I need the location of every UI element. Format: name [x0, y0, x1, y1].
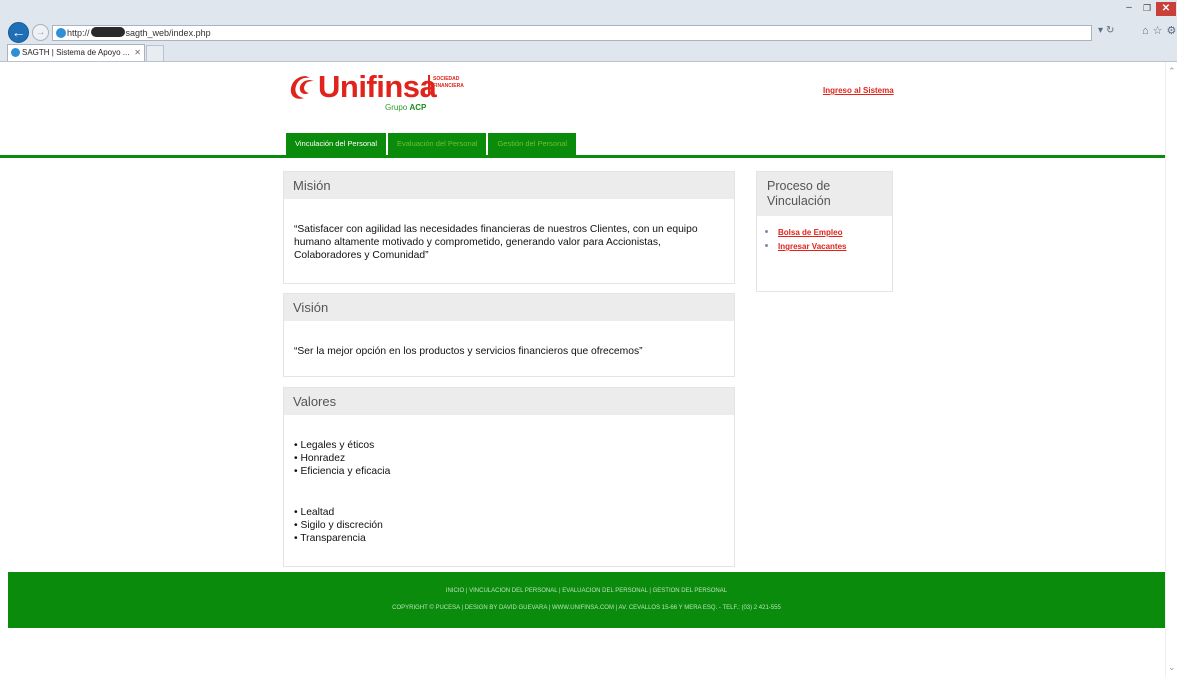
main-menu: Vinculación del Personal Evaluación del …: [286, 133, 578, 155]
vision-panel: Visión “Ser la mejor opción en los produ…: [283, 293, 735, 377]
logo-subtitle: SOCIEDAD FINANCIERA: [433, 76, 464, 89]
logo-group: Grupo ACP: [385, 103, 427, 112]
scroll-up-icon[interactable]: ⌃: [1168, 66, 1176, 77]
footer-copyright: COPYRIGHT © PUCESA | DESIGN BY DAVID GUE…: [392, 605, 781, 611]
browser-chrome: – ❐ ✕ ← → http://sagth_web/index.php ▾↻ …: [0, 0, 1177, 62]
redacted-host: [90, 27, 125, 37]
valores-title: Valores: [284, 388, 734, 415]
mision-text: “Satisfacer con agilidad las necesidades…: [294, 224, 698, 261]
scroll-down-icon[interactable]: ⌄: [1168, 662, 1176, 673]
valor-item: • Transparencia: [294, 533, 366, 544]
browser-tab[interactable]: SAGTH | Sistema de Apoyo ... ✕: [7, 44, 145, 61]
forward-arrow-icon[interactable]: →: [32, 24, 49, 41]
footer-nav[interactable]: INICIO | VINCULACION DEL PERSONAL | EVAL…: [8, 572, 1165, 594]
valores-spacer: [294, 478, 724, 506]
menu-vinculacion[interactable]: Vinculación del Personal: [286, 133, 386, 155]
maximize-button[interactable]: ❐: [1138, 3, 1156, 15]
login-link[interactable]: Ingreso al Sistema: [823, 86, 894, 95]
page-footer: INICIO | VINCULACION DEL PERSONAL | EVAL…: [8, 572, 1165, 628]
valor-item: • Lealtad: [294, 507, 335, 518]
minimize-button[interactable]: –: [1120, 3, 1138, 15]
menu-divider: [0, 155, 1165, 158]
bolsa-empleo-link[interactable]: Bolsa de Empleo: [778, 228, 842, 237]
valor-item: • Sigilo y discreción: [294, 520, 383, 531]
close-window-button[interactable]: ✕: [1156, 2, 1176, 16]
ie-page-icon: [56, 28, 66, 38]
tab-close-icon[interactable]: ✕: [134, 45, 141, 60]
bullet-icon: [765, 244, 768, 247]
vision-title: Visión: [284, 294, 734, 321]
logo-separator: [428, 75, 430, 95]
valor-item: • Honradez: [294, 453, 346, 464]
ingresar-vacantes-link[interactable]: Ingresar Vacantes: [778, 242, 846, 251]
logo-wordmark: Unifinsa: [318, 69, 437, 104]
sidebar-title: Proceso de Vinculación: [757, 172, 892, 216]
vision-text: “Ser la mejor opción en los productos y …: [294, 346, 643, 357]
menu-evaluacion[interactable]: Evaluación del Personal: [388, 133, 487, 155]
mision-title: Misión: [284, 172, 734, 199]
url-path: sagth_web/index.php: [125, 28, 211, 38]
mision-panel: Misión “Satisfacer con agilidad las nece…: [283, 171, 735, 284]
home-favorites-settings-icons[interactable]: ⌂☆⚙: [1142, 24, 1177, 37]
refresh-icon[interactable]: ▾↻: [1098, 25, 1117, 36]
valores-list: • Legales y éticos • Honradez • Eficienc…: [284, 415, 734, 545]
valores-panel: Valores • Legales y éticos • Honradez • …: [283, 387, 735, 567]
logo-swoosh-icon: [290, 76, 314, 99]
valor-item: • Legales y éticos: [294, 440, 375, 451]
new-tab-button[interactable]: [146, 45, 164, 61]
page-viewport: Unifinsa SOCIEDAD FINANCIERA Grupo ACP I…: [0, 62, 1165, 677]
back-arrow-icon[interactable]: ←: [8, 22, 29, 43]
tab-title: SAGTH | Sistema de Apoyo ...: [22, 48, 130, 57]
vertical-scrollbar[interactable]: ⌃ ⌄: [1165, 62, 1177, 677]
sidebar-item-vacantes: Ingresar Vacantes: [765, 240, 892, 254]
sidebar-vinculacion: Proceso de Vinculación Bolsa de Empleo I…: [756, 171, 893, 292]
url-prefix: http://: [67, 28, 90, 38]
bullet-icon: [765, 230, 768, 233]
address-bar[interactable]: http:// sagth_web/index.php: [52, 25, 1092, 41]
sidebar-item-bolsa: Bolsa de Empleo: [765, 226, 892, 240]
valor-item: • Eficiencia y eficacia: [294, 466, 391, 477]
ie-tab-icon: [11, 48, 20, 57]
menu-gestion[interactable]: Gestión del Personal: [488, 133, 577, 155]
